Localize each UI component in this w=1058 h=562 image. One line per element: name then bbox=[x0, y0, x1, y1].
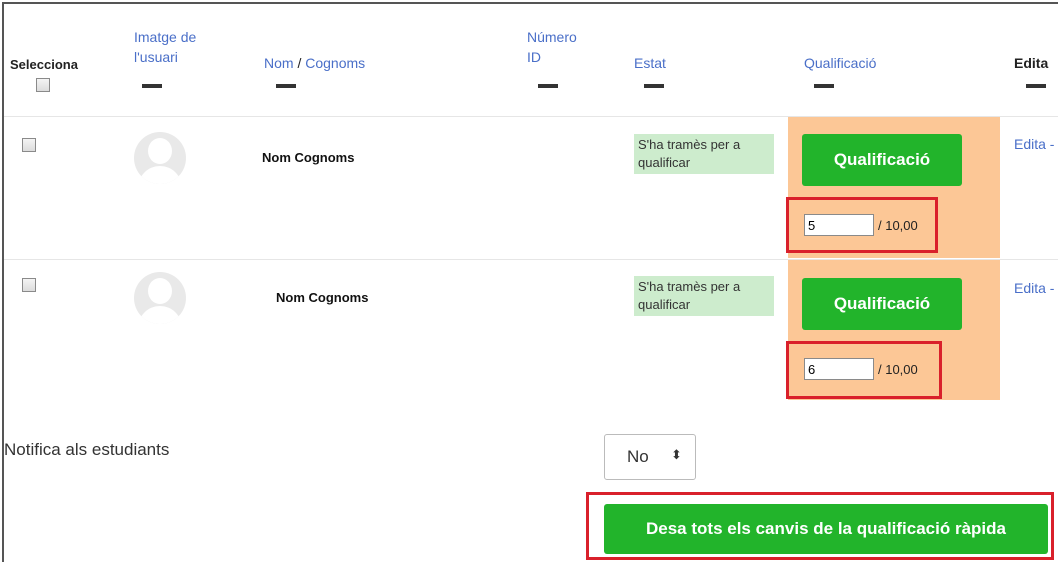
header-user-image-line1[interactable]: Imatge de bbox=[134, 28, 196, 46]
header-surname[interactable]: Cognoms bbox=[305, 55, 365, 71]
status-line1: S'ha tramès per a bbox=[638, 279, 741, 294]
notify-students-label: Notifica als estudiants bbox=[4, 440, 170, 459]
header-idnumber-line1[interactable]: Número bbox=[527, 28, 577, 46]
grade-input[interactable] bbox=[804, 214, 874, 236]
edit-menu-link[interactable]: Edita - bbox=[1014, 280, 1054, 296]
sort-dash-icon[interactable] bbox=[814, 84, 834, 88]
header-status[interactable]: Estat bbox=[634, 54, 666, 72]
avatar bbox=[134, 132, 186, 184]
edit-menu-link[interactable]: Edita - bbox=[1014, 136, 1054, 152]
student-name: Nom Cognoms bbox=[262, 150, 355, 165]
select-arrows-icon: ⬍ bbox=[671, 447, 682, 462]
status-line1: S'ha tramès per a bbox=[638, 137, 741, 152]
row-select-checkbox[interactable] bbox=[22, 138, 36, 152]
grade-max: / 10,00 bbox=[878, 218, 918, 233]
notify-select[interactable]: No ⬍ bbox=[604, 434, 696, 480]
sort-dash-icon[interactable] bbox=[276, 84, 296, 88]
header-name-sort: Nom / Cognoms bbox=[264, 54, 365, 72]
sort-dash-icon[interactable] bbox=[142, 84, 162, 88]
status-badge: S'ha tramès per a qualificar bbox=[634, 134, 774, 174]
header-edit: Edita bbox=[1014, 55, 1049, 71]
avatar bbox=[134, 272, 186, 324]
grade-input[interactable] bbox=[804, 358, 874, 380]
status-line2: qualificar bbox=[638, 155, 691, 170]
header-idnumber-line2[interactable]: ID bbox=[527, 48, 541, 66]
status-badge: S'ha tramès per a qualificar bbox=[634, 276, 774, 316]
sort-dash-icon[interactable] bbox=[644, 84, 664, 88]
grade-button[interactable]: Qualificació bbox=[802, 278, 962, 330]
row-select-checkbox[interactable] bbox=[22, 278, 36, 292]
header-slash: / bbox=[293, 55, 306, 71]
save-all-quick-grading-button[interactable]: Desa tots els canvis de la qualificació … bbox=[604, 504, 1048, 554]
grade-max: / 10,00 bbox=[878, 362, 918, 377]
grade-button[interactable]: Qualificació bbox=[802, 134, 962, 186]
student-name: Nom Cognoms bbox=[276, 290, 369, 305]
sort-dash-icon[interactable] bbox=[538, 84, 558, 88]
header-name[interactable]: Nom bbox=[264, 55, 294, 71]
header-user-image-line2[interactable]: l'usuari bbox=[134, 48, 178, 66]
sort-dash-icon[interactable] bbox=[1026, 84, 1046, 88]
header-select: Selecciona bbox=[10, 57, 78, 72]
status-line2: qualificar bbox=[638, 297, 691, 312]
notify-selected-value: No bbox=[627, 447, 649, 466]
header-grade[interactable]: Qualificació bbox=[804, 54, 876, 72]
select-all-checkbox[interactable] bbox=[36, 78, 50, 92]
